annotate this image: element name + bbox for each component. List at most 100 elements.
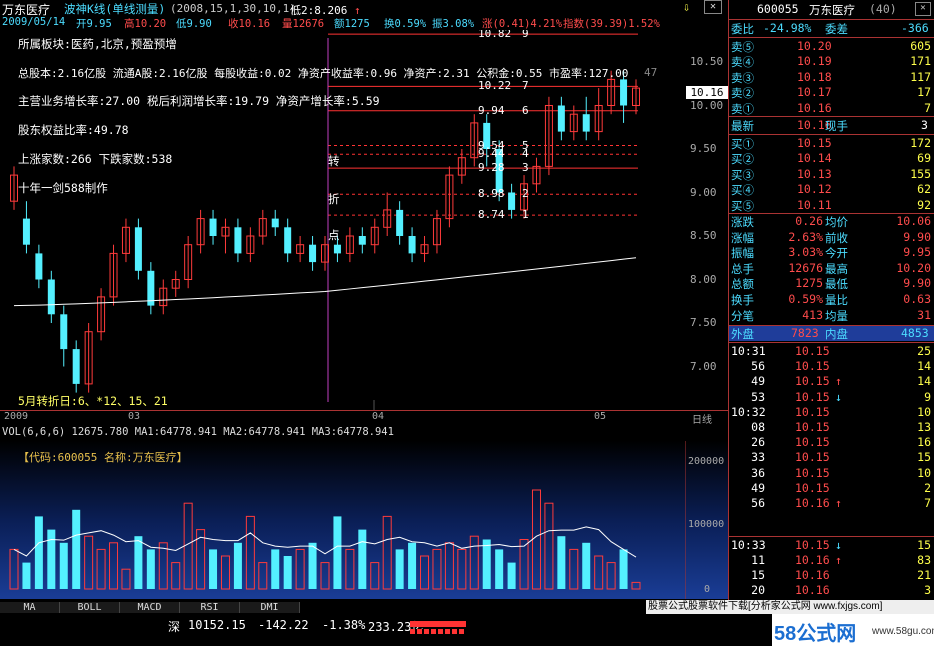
bid-row[interactable]: 买③ 10.13 155 [729, 167, 934, 182]
status-bar: 深 10152.15 -142.22 -1.38% 233.23亿 58公式网 … [0, 614, 934, 646]
candle-body [271, 218, 279, 228]
tick-volume: 16 [917, 435, 931, 450]
volume-bar [395, 549, 404, 589]
tab-rsi[interactable]: RSI [180, 602, 240, 613]
volume-bar [582, 542, 591, 589]
level-price: 8.98 [478, 187, 505, 201]
brand-box[interactable]: 58公式网 www.58gu.com [772, 614, 934, 646]
tick-price: 10.15 [795, 450, 830, 465]
stat-label: 分笔 [731, 308, 754, 323]
close-icon[interactable]: ✕ [704, 0, 722, 14]
ask-volume: 605 [910, 39, 931, 53]
candlestick-chart[interactable]: 所属板块:医药,北京,预盈预增 总股本:2.16亿股 流通A股:2.16亿股 每… [0, 30, 686, 410]
turn-mark-1: 转 [328, 154, 340, 168]
stock-name-right: 万东医疗 [809, 3, 855, 17]
stat-label: 振幅 [731, 246, 754, 261]
volume-bar [557, 536, 566, 589]
tick-time: 08 [751, 420, 765, 434]
tick-arrow: ↑ [835, 496, 842, 510]
volume-bar [370, 562, 380, 590]
tick-price: 10.15 [795, 420, 830, 434]
ask-row[interactable]: 卖② 10.17 17 [729, 85, 934, 100]
ask-label: 卖② [731, 86, 754, 101]
close-panel-icon[interactable]: ✕ [915, 2, 931, 16]
stat-row: 涨幅 2.63% 前收 9.90 [729, 230, 934, 245]
volume-chart[interactable]: 【代码:600055 名称:万东医疗】 200000 100000 0 [0, 441, 728, 599]
volume-bar [544, 502, 554, 590]
tick-row: 11 10.16 ↑ 83 [729, 553, 934, 568]
quote-summary: 2009/05/14 开9.95 高10.20 低9.90 收10.16 量12… [0, 16, 728, 30]
ask-price: 10.20 [797, 39, 832, 53]
bid-row[interactable]: 买④ 10.12 62 [729, 182, 934, 197]
tick-price: 10.16 [795, 583, 830, 597]
time-axis: 2009 03 04 05 日线 [0, 410, 728, 426]
tick-time: 49 [751, 480, 765, 495]
kline-svg[interactable] [0, 30, 686, 410]
stat-value-2: 0.63 [903, 292, 931, 306]
tick-row: 36 10.15 10 [729, 466, 934, 481]
x-tick-04: 04 [372, 411, 385, 422]
candle-body [35, 253, 43, 280]
tick-arrow: ↓ [835, 538, 842, 552]
volume-bar [72, 509, 81, 589]
ask-volume: 117 [910, 69, 931, 84]
ask-price: 10.17 [797, 85, 832, 100]
tick-time: 53 [751, 389, 765, 404]
tick-price: 10.15 [795, 404, 830, 419]
volume-bar [233, 542, 242, 589]
price-axis-tick: 8.00 [690, 272, 717, 286]
bid-row[interactable]: 买① 10.15 172 [729, 136, 934, 151]
candle-body [22, 218, 30, 245]
price-axis-tick: 10.50 [690, 55, 724, 68]
volume-bar [345, 548, 355, 590]
bid-volume: 155 [910, 166, 931, 181]
ask-row[interactable]: 卖③ 10.18 117 [729, 70, 934, 85]
level-price: 9.44 [478, 147, 505, 161]
level-num: 1 [522, 208, 529, 222]
volume-legend: VOL(6,6,6) 12675.780 MA1:64778.941 MA2:6… [2, 426, 394, 438]
period-label[interactable]: 日线 [692, 411, 712, 426]
indicator-mode[interactable]: 波神K线(单线测量) [64, 1, 165, 17]
promo-banner[interactable]: 股票公式股票软件下载[分析家公式网 www.fxjgs.com] [646, 600, 934, 614]
tick-time: 10:31 [731, 344, 766, 358]
indicator-params: (2008,15,1,30,10,1) [170, 2, 296, 15]
tab-dmi[interactable]: DMI [240, 602, 300, 613]
credit-text: 十年一剑588制作 [18, 181, 108, 195]
tick-row: 33 10.15 15 [729, 450, 934, 465]
volume-bar [34, 516, 43, 589]
bid-volume: 92 [917, 197, 931, 212]
quote-open: 开9.95 [76, 18, 112, 30]
candle-body [408, 236, 416, 254]
xianshou-label: 现手 [825, 119, 848, 133]
bid-volume: 62 [917, 182, 931, 197]
bid-price: 10.11 [797, 197, 832, 212]
volume-bar [109, 542, 119, 590]
vol-axis-100k: 100000 [688, 519, 725, 530]
volume-bar [258, 562, 268, 590]
ask-row[interactable]: 卖④ 10.19 171 [729, 54, 934, 69]
volume-bar [320, 562, 330, 590]
candle-body [209, 218, 217, 236]
bid-price: 10.13 [797, 166, 832, 181]
ask-label: 卖⑤ [731, 40, 754, 54]
tab-macd[interactable]: MACD [120, 602, 180, 613]
pin-icon[interactable]: ⇩ [683, 0, 690, 14]
bid-volume: 69 [917, 151, 931, 166]
price-axis-tick: 9.50 [690, 142, 717, 155]
stat-label: 换手 [731, 293, 754, 307]
volume-bar [84, 535, 94, 590]
quote-close: 收10.16 [228, 18, 271, 30]
tick-volume: 15 [917, 450, 931, 465]
bid-volume: 172 [910, 136, 931, 150]
ask-row[interactable]: 卖⑤ 10.20 605 [729, 39, 934, 54]
bid-row[interactable]: 买⑤ 10.11 92 [729, 198, 934, 213]
volume-bar [121, 568, 131, 590]
tab-ma[interactable]: MA [0, 602, 60, 613]
ask-row[interactable]: 卖① 10.16 7 [729, 101, 934, 116]
tick-row: 10:31 10.15 25 [729, 344, 934, 359]
volume-bar [171, 562, 181, 590]
bid-label: 买① [731, 137, 754, 151]
tick-time: 33 [751, 450, 765, 465]
tab-boll[interactable]: BOLL [60, 602, 120, 613]
bid-row[interactable]: 买② 10.14 69 [729, 151, 934, 166]
